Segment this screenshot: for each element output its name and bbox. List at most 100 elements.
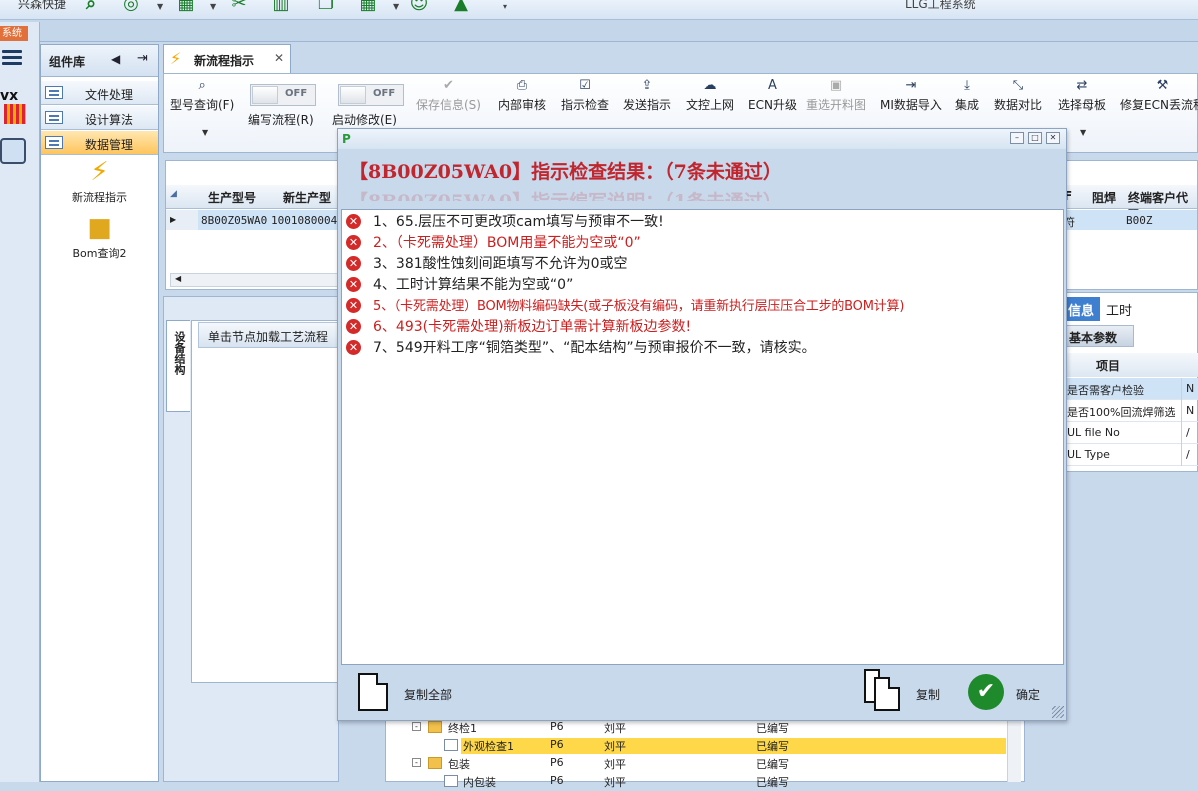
ok-button[interactable]: ✔ 确定: [968, 667, 1048, 717]
library-category-data[interactable]: 数据管理: [41, 131, 158, 155]
lifebuoy-icon[interactable]: ◎: [120, 0, 142, 16]
button-label: 确定: [1016, 688, 1041, 702]
hamburger-menu-icon[interactable]: [2, 50, 22, 66]
sort-corner-icon[interactable]: ◢: [170, 189, 177, 199]
doc-control-button[interactable]: ☁ 文控上网: [686, 76, 734, 113]
calculator-icon[interactable]: [0, 138, 26, 164]
horizontal-scrollbar[interactable]: ◀: [170, 273, 342, 287]
collapse-icon[interactable]: -: [412, 722, 421, 731]
image-icon[interactable]: ▲: [450, 0, 472, 16]
grid-icon[interactable]: ▦: [357, 0, 379, 16]
error-text: 6、493(卡死需处理)新板边订单需计算新板边参数!: [373, 319, 692, 335]
error-icon: ✕: [346, 256, 361, 271]
library-title: 组件库: [49, 55, 86, 69]
table-icon[interactable]: ▦: [175, 0, 197, 16]
tree-row[interactable]: - 包装 P6 刘平 已编写: [386, 755, 1006, 773]
system-tag[interactable]: 系统: [0, 26, 28, 41]
factory-logo-icon[interactable]: vx: [0, 88, 28, 126]
document-icon: [444, 739, 458, 751]
dropdown-arrow-icon[interactable]: ▼: [210, 2, 216, 11]
scissors-icon[interactable]: ✂: [228, 0, 250, 16]
load-flow-button[interactable]: 单击节点加载工艺流程: [198, 322, 338, 348]
tab-basic-params[interactable]: 基本参数: [1064, 325, 1134, 347]
maximize-icon[interactable]: □: [1028, 132, 1042, 144]
write-flow-toggle[interactable]: OFF: [250, 84, 316, 106]
integrate-button[interactable]: ⤓ 集成: [955, 76, 979, 113]
collapse-icon[interactable]: -: [412, 758, 421, 767]
cloud-upload-icon: ☁: [703, 78, 717, 93]
property-key: UL file No: [1067, 426, 1120, 439]
copy-all-button[interactable]: 复制全部: [354, 667, 464, 717]
reselect-cutting-button[interactable]: ▣ 重选开料图: [806, 76, 866, 113]
column-header[interactable]: 阻焊: [1092, 189, 1116, 206]
folder-icon: [428, 721, 442, 733]
internal-review-button[interactable]: ⎙ 内部审核: [498, 76, 546, 113]
film-icon[interactable]: ▥: [270, 0, 292, 16]
flow-canvas[interactable]: [191, 320, 339, 683]
dropdown-arrow-icon[interactable]: ▼: [393, 2, 399, 11]
property-value: /: [1186, 448, 1190, 461]
close-icon[interactable]: ✕: [1046, 132, 1060, 144]
category-icon: [45, 111, 63, 124]
enable-edit-toggle[interactable]: OFF: [338, 84, 404, 106]
button-label: 集成: [955, 98, 980, 112]
tool-new-flow[interactable]: ⚡ 新流程指示: [41, 157, 158, 205]
model-query-button[interactable]: ⌕ 型号查询(F): [170, 76, 234, 113]
resize-grip-icon[interactable]: [1052, 706, 1064, 718]
copy-icon[interactable]: ❐: [315, 0, 337, 16]
collapse-left-icon[interactable]: ◀: [111, 52, 120, 66]
property-row[interactable]: 是否需客户检验 N: [1064, 378, 1198, 400]
column-header[interactable]: 新生产型: [283, 189, 331, 206]
pin-icon[interactable]: ⇥: [137, 51, 148, 66]
library-category-file[interactable]: 文件处理: [41, 81, 158, 105]
fix-ecn-flow-button[interactable]: ⚒ 修复ECN丢流程: [1120, 76, 1198, 113]
select-motherboard-button[interactable]: ⇄ 选择母板: [1058, 76, 1106, 113]
instruction-check-button[interactable]: ☑ 指示检查: [561, 76, 609, 113]
divider: [1181, 444, 1182, 466]
category-label: 数据管理: [85, 138, 134, 152]
divider: [1181, 422, 1182, 444]
property-row[interactable]: 是否100%回流焊筛选 N: [1064, 400, 1198, 422]
tree-row[interactable]: 内包装 P6 刘平 已编写: [386, 773, 1006, 791]
dropdown-arrow-icon[interactable]: ▼: [1080, 128, 1086, 137]
tree-row[interactable]: - 终检1 P6 刘平 已编写: [386, 719, 1006, 737]
tab-info[interactable]: 信息: [1064, 297, 1100, 321]
tab-new-flow[interactable]: ⚡ 新流程指示 ✕: [163, 44, 291, 74]
toggle-state: OFF: [285, 88, 308, 99]
send-instruction-button[interactable]: ⇪ 发送指示: [623, 76, 671, 113]
error-icon: ✕: [346, 340, 361, 355]
tab-work-hours[interactable]: 工时: [1106, 300, 1132, 319]
button-label: 指示检查: [561, 98, 610, 112]
property-key: 是否100%回流焊筛选: [1067, 406, 1176, 419]
dropdown-arrow-icon[interactable]: ▼: [157, 2, 163, 11]
printer-icon: ⎙: [516, 78, 528, 93]
minimize-icon[interactable]: –: [1010, 132, 1024, 144]
mi-import-button[interactable]: ⇥ MI数据导入: [880, 76, 942, 113]
vertical-scrollbar[interactable]: [1007, 718, 1021, 782]
row-selector-icon[interactable]: ▶: [166, 210, 198, 230]
document-icon: [444, 775, 458, 787]
search-icon[interactable]: ⌕: [80, 0, 102, 16]
user-icon[interactable]: ☺: [408, 0, 430, 16]
tool-bom-query[interactable]: ■ Bom查询2: [41, 213, 158, 261]
library-category-algorithm[interactable]: 设计算法: [41, 106, 158, 130]
close-icon[interactable]: ✕: [274, 51, 284, 65]
data-compare-button[interactable]: ⤡ 数据对比: [994, 76, 1042, 113]
property-row[interactable]: UL file No /: [1064, 422, 1198, 444]
toggle-knob: [252, 86, 278, 104]
side-tab-device-structure[interactable]: 设备结构: [166, 320, 190, 412]
divider: [1181, 400, 1182, 422]
dropdown-arrow-icon[interactable]: ▼: [202, 128, 208, 137]
ecn-upgrade-button[interactable]: A ECN升级: [748, 76, 797, 113]
column-header[interactable]: 生产型号: [208, 189, 256, 206]
copy-button[interactable]: 复制: [860, 667, 944, 717]
tree-node-label: 内包装: [463, 776, 496, 789]
import-icon: ⇥: [905, 78, 917, 93]
tree-row[interactable]: 外观检查1 P6 刘平 已编写: [386, 737, 1006, 755]
property-row[interactable]: UL Type /: [1064, 444, 1198, 466]
save-info-button[interactable]: ✔ 保存信息(S): [416, 76, 481, 113]
lightning-icon: ⚡: [90, 157, 109, 187]
customize-arrow-icon[interactable]: ▾: [503, 2, 507, 11]
dialog-titlebar[interactable]: P – □ ✕: [338, 129, 1066, 149]
tree-code: P6: [550, 756, 564, 769]
